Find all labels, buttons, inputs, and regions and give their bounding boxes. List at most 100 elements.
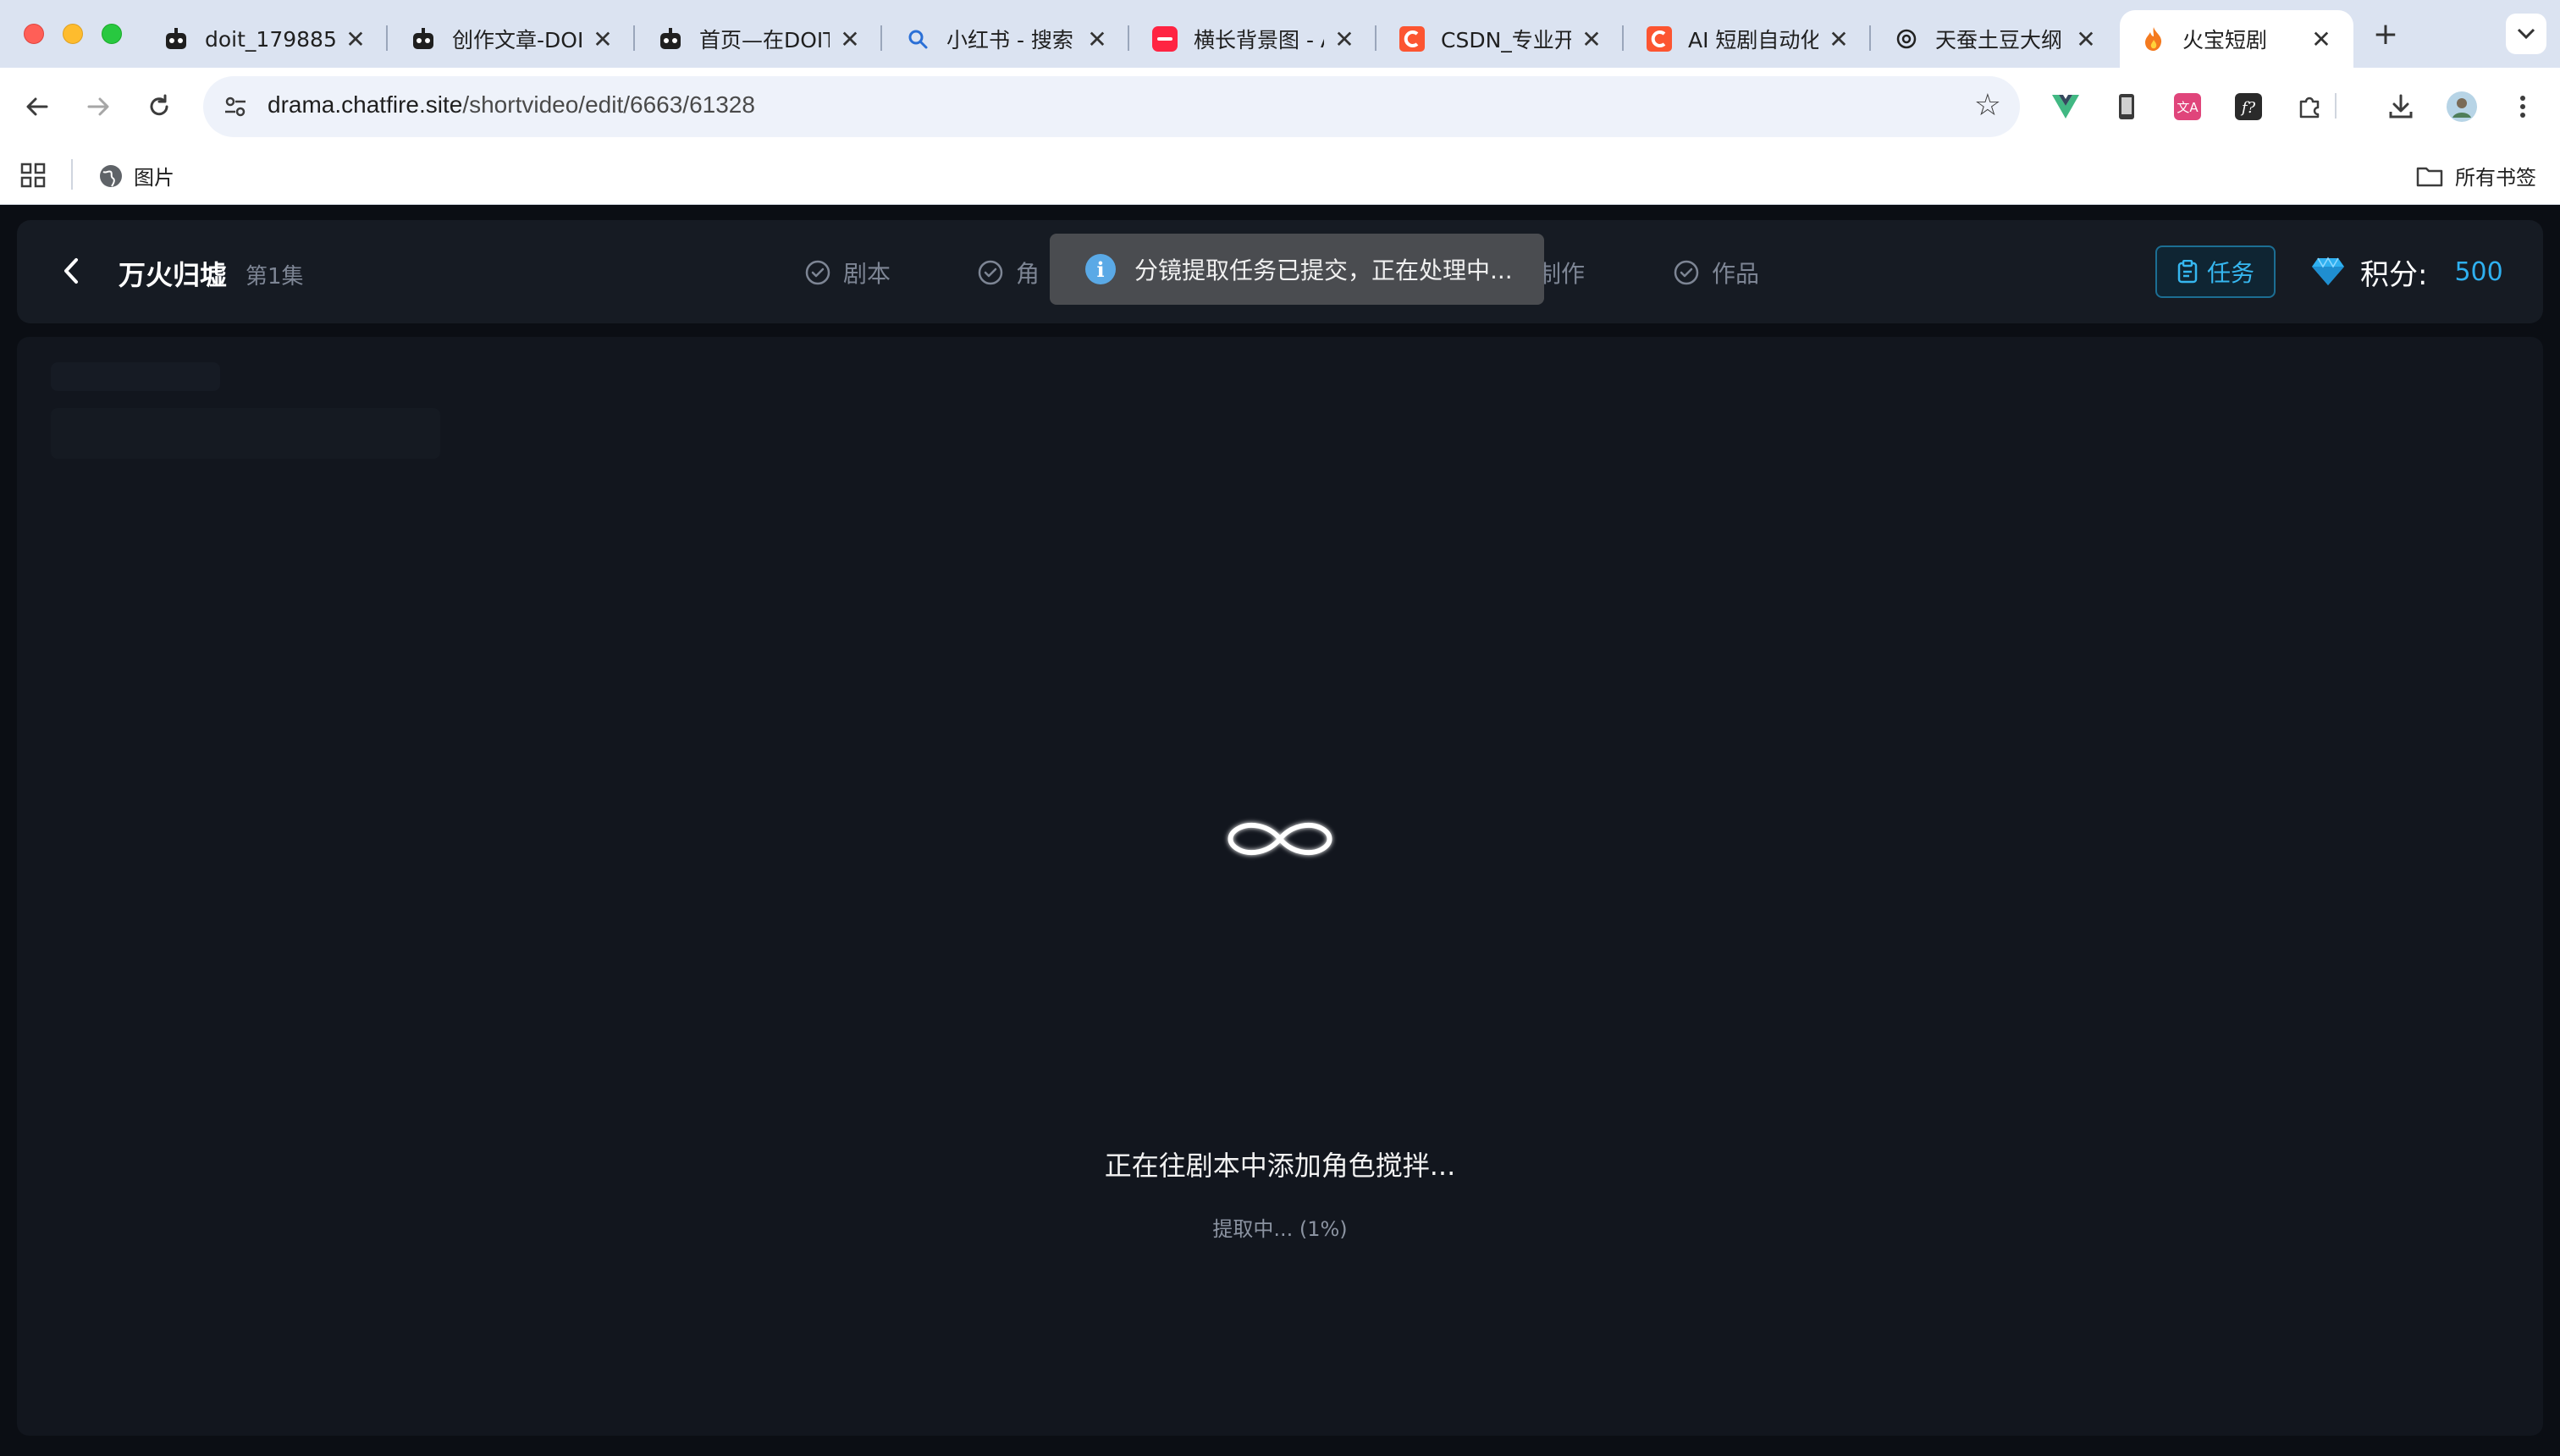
skeleton-placeholder	[51, 362, 220, 391]
download-icon[interactable]	[2384, 90, 2418, 124]
loading-message: 正在往剧本中添加角色搅拌...	[1104, 1150, 1456, 1182]
robot-icon	[410, 25, 437, 52]
browser-toolbar: drama.chatfire.site/shortvideo/edit/6663…	[0, 68, 2560, 146]
close-tab-icon[interactable]: ✕	[2074, 25, 2098, 53]
address-bar[interactable]: drama.chatfire.site/shortvideo/edit/6663…	[203, 76, 2020, 137]
bookmarks-divider	[71, 159, 73, 190]
chevron-down-icon	[2517, 28, 2535, 40]
info-icon: i	[1085, 254, 1116, 284]
tab-search-button[interactable]	[2506, 14, 2546, 54]
step-label: 制作	[1537, 260, 1586, 288]
infinity-loader-icon	[1228, 822, 1332, 856]
flame-icon	[2140, 25, 2167, 52]
new-tab-button[interactable]: +	[2369, 17, 2403, 52]
minimize-window-button[interactable]	[63, 24, 83, 44]
tab-label: CSDN_专业开	[1441, 28, 1571, 52]
search-icon	[904, 25, 931, 52]
points-value: 500	[2454, 256, 2503, 287]
toolbar-divider	[2335, 93, 2337, 119]
forward-button[interactable]	[78, 86, 119, 127]
close-tab-icon[interactable]: ✕	[344, 25, 367, 53]
xiaohongshu-icon	[1151, 25, 1178, 52]
svg-text:f?: f?	[2240, 99, 2256, 117]
step-script[interactable]: 剧本	[804, 256, 891, 290]
reload-button[interactable]	[139, 86, 179, 127]
browser-tab[interactable]: CSDN_专业开 ✕	[1378, 10, 1624, 68]
tab-label: 首页—在DOIT	[699, 28, 830, 52]
svg-text:文A: 文A	[2177, 100, 2199, 115]
close-tab-icon[interactable]: ✕	[1827, 25, 1851, 53]
site-settings-icon[interactable]	[222, 93, 249, 120]
check-circle-icon	[978, 260, 1003, 285]
robot-icon	[163, 25, 190, 52]
vue-devtools-icon[interactable]	[2049, 90, 2083, 124]
skeleton-placeholder	[51, 408, 440, 459]
drama-title: 万火归墟	[119, 259, 228, 291]
arrow-left-icon	[26, 97, 48, 116]
tab-label: AI 短剧自动化	[1688, 28, 1818, 52]
bookmark-star-icon[interactable]: ☆	[1974, 88, 2001, 123]
extensions-puzzle-icon[interactable]	[2292, 90, 2326, 124]
diamond-icon	[2312, 256, 2344, 285]
url-text[interactable]: drama.chatfire.site/shortvideo/edit/6663…	[268, 91, 755, 119]
check-circle-icon	[805, 260, 830, 285]
browser-tab[interactable]: AI 短剧自动化 ✕	[1625, 10, 1871, 68]
points-display: 积分: 500	[2311, 245, 2503, 298]
toast-message: 分镜提取任务已提交，正在处理中...	[1134, 256, 1513, 284]
phone-extension-icon[interactable]	[2110, 90, 2143, 124]
close-window-button[interactable]	[24, 24, 44, 44]
browser-tab[interactable]: 天蚕土豆大纲 ✕	[1873, 10, 2118, 68]
formula-extension-icon[interactable]: f?	[2232, 90, 2265, 124]
browser-tab[interactable]: 首页—在DOIT ✕	[637, 10, 882, 68]
bookmark-label: 图片	[134, 166, 174, 190]
translate-extension-icon[interactable]: 文A	[2171, 90, 2204, 124]
browser-tab-bar: doit_1798851 ✕ 创作文章-DOIT ✕ 首页—在DOIT ✕ 小红…	[0, 0, 2560, 68]
task-button-label: 任务	[2206, 259, 2254, 287]
csdn-icon	[1646, 25, 1673, 52]
tab-label: 小红书 - 搜索	[946, 28, 1073, 52]
check-circle-icon	[1674, 260, 1699, 285]
close-tab-icon[interactable]: ✕	[838, 25, 862, 53]
back-button[interactable]	[51, 251, 91, 291]
arrow-right-icon	[87, 97, 109, 116]
close-tab-icon[interactable]: ✕	[1580, 25, 1603, 53]
step-production[interactable]: 制作	[1537, 256, 1585, 290]
tab-label: 创作文章-DOIT	[452, 28, 582, 52]
globe-icon	[100, 164, 122, 187]
loading-progress: 提取中... (1%)	[1212, 1217, 1348, 1241]
browser-tab[interactable]: 创作文章-DOIT ✕	[389, 10, 635, 68]
bookmark-item[interactable]: 图片	[98, 161, 174, 190]
browser-tab[interactable]: 横长背景图 - A ✕	[1131, 10, 1377, 68]
window-controls	[24, 24, 122, 44]
close-tab-icon[interactable]: ✕	[2309, 25, 2333, 53]
back-button[interactable]	[17, 86, 58, 127]
all-bookmarks-button[interactable]: 所有书签	[2416, 161, 2536, 190]
maximize-window-button[interactable]	[102, 24, 122, 44]
step-characters[interactable]: 角	[977, 256, 1040, 290]
close-tab-icon[interactable]: ✕	[1332, 25, 1356, 53]
apps-grid-icon[interactable]	[20, 163, 46, 188]
url-host: drama.chatfire.site	[268, 91, 463, 118]
reload-icon	[150, 94, 168, 116]
tab-label: 火宝短剧	[2182, 28, 2268, 52]
close-tab-icon[interactable]: ✕	[1085, 25, 1109, 53]
csdn-icon	[1399, 25, 1426, 52]
tab-label: 横长背景图 - A	[1194, 28, 1324, 52]
app-page: 万火归墟 第1集 剧本 角 制作 作品 任务 积分: 500 i 分镜提取任务已…	[0, 205, 2560, 1456]
profile-avatar-icon[interactable]	[2445, 90, 2479, 124]
step-works[interactable]: 作品	[1673, 256, 1759, 290]
step-label: 作品	[1712, 260, 1760, 288]
task-button[interactable]: 任务	[2155, 245, 2276, 298]
all-bookmarks-label: 所有书签	[2455, 166, 2536, 190]
browser-tab-active[interactable]: 火宝短剧 ✕	[2120, 10, 2353, 68]
editor-header: 万火归墟 第1集 剧本 角 制作 作品 任务 积分: 500 i 分镜提取任务已…	[17, 220, 2543, 323]
bookmarks-bar: 图片 所有书签	[0, 146, 2560, 205]
close-tab-icon[interactable]: ✕	[591, 25, 615, 53]
tab-label: doit_1798851	[205, 26, 335, 52]
browser-menu-icon[interactable]	[2506, 90, 2540, 124]
tab-label: 天蚕土豆大纲	[1935, 28, 2063, 52]
browser-tab[interactable]: doit_1798851 ✕	[142, 10, 388, 68]
episode-label: 第1集	[246, 264, 304, 290]
browser-tab[interactable]: 小红书 - 搜索 ✕	[884, 10, 1129, 68]
openai-icon	[1893, 25, 1920, 52]
